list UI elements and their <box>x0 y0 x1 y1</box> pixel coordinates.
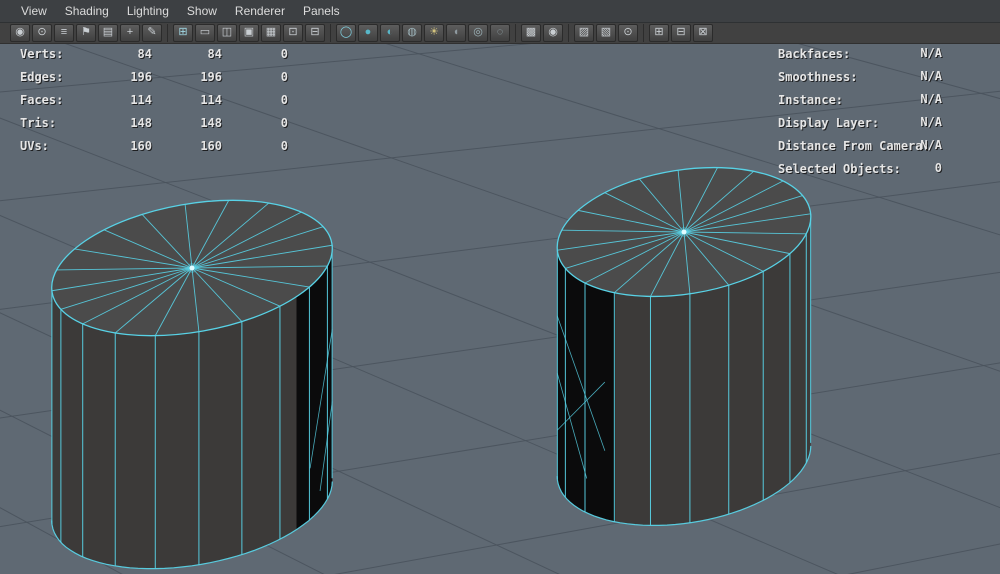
film-gate-icon[interactable]: ▭ <box>195 24 215 42</box>
motion-blur-icon[interactable]: ◌ <box>490 24 510 42</box>
depth-of-field-icon[interactable]: ◉ <box>543 24 563 42</box>
menu-view[interactable]: View <box>12 2 56 20</box>
toolbar-group: ◉ ⊙ ≡ ⚑ ▤ + ✎ <box>10 24 168 42</box>
field-chart-icon[interactable]: ▦ <box>261 24 281 42</box>
shadows-icon[interactable]: ◖ <box>446 24 466 42</box>
camera-attributes-icon[interactable]: ≡ <box>54 24 74 42</box>
menu-panels[interactable]: Panels <box>294 2 349 20</box>
toolbar-group: ⊞ ▭ ◫ ▣ ▦ ⊡ ⊟ <box>173 24 331 42</box>
menu-renderer[interactable]: Renderer <box>226 2 294 20</box>
bookmark-icon[interactable]: ⚑ <box>76 24 96 42</box>
select-camera-icon[interactable]: ◉ <box>10 24 30 42</box>
panel-menubar: View Shading Lighting Show Renderer Pane… <box>0 0 1000 23</box>
lock-camera-icon[interactable]: ⊙ <box>32 24 52 42</box>
copy-view-icon[interactable]: ⊞ <box>649 24 669 42</box>
smooth-shade-icon[interactable]: ● <box>358 24 378 42</box>
ambient-occlusion-icon[interactable]: ◎ <box>468 24 488 42</box>
isolate-select-icon[interactable]: ⊙ <box>618 24 638 42</box>
panel-toolbar: ◉ ⊙ ≡ ⚑ ▤ + ✎ ⊞ ▭ ◫ ▣ ▦ ⊡ ⊟ ◯ ● ◐ ◍ ☀ ◖ ◎ ◌ ▩ ◉ ▨ ▧ ⊙ ⊞ ⊟ ⊠ <box>0 23 1000 44</box>
textured-icon[interactable]: ◐ <box>380 24 400 42</box>
multisample-icon[interactable]: ▩ <box>521 24 541 42</box>
grease-pencil-icon[interactable]: ✎ <box>142 24 162 42</box>
paste-special-view-icon[interactable]: ⊠ <box>693 24 713 42</box>
toolbar-group: ▨ ▧ ⊙ <box>574 24 644 42</box>
menu-lighting[interactable]: Lighting <box>118 2 178 20</box>
grid-icon[interactable]: ⊞ <box>173 24 193 42</box>
pan-zoom-icon[interactable]: + <box>120 24 140 42</box>
wireframe-icon[interactable]: ◯ <box>336 24 356 42</box>
safe-action-icon[interactable]: ⊡ <box>283 24 303 42</box>
toolbar-group: ▩ ◉ <box>521 24 569 42</box>
gate-mask-icon[interactable]: ▣ <box>239 24 259 42</box>
use-all-lights-icon[interactable]: ☀ <box>424 24 444 42</box>
safe-title-icon[interactable]: ⊟ <box>305 24 325 42</box>
menu-show[interactable]: Show <box>178 2 226 20</box>
maya-viewport-panel: View Shading Lighting Show Renderer Pane… <box>0 0 1000 574</box>
toolbar-group: ⊞ ⊟ ⊠ <box>649 24 718 42</box>
viewport[interactable]: Verts: 84 84 0 Edges: 196 196 0 Faces: 114 114 0 Tri… <box>0 44 1000 574</box>
menu-shading[interactable]: Shading <box>56 2 118 20</box>
paste-view-icon[interactable]: ⊟ <box>671 24 691 42</box>
xray-joints-icon[interactable]: ▧ <box>596 24 616 42</box>
image-plane-icon[interactable]: ▤ <box>98 24 118 42</box>
viewport-canvas[interactable] <box>0 44 1000 574</box>
resolution-gate-icon[interactable]: ◫ <box>217 24 237 42</box>
material-icon[interactable]: ◍ <box>402 24 422 42</box>
toolbar-group: ◯ ● ◐ ◍ ☀ ◖ ◎ ◌ <box>336 24 516 42</box>
xray-icon[interactable]: ▨ <box>574 24 594 42</box>
